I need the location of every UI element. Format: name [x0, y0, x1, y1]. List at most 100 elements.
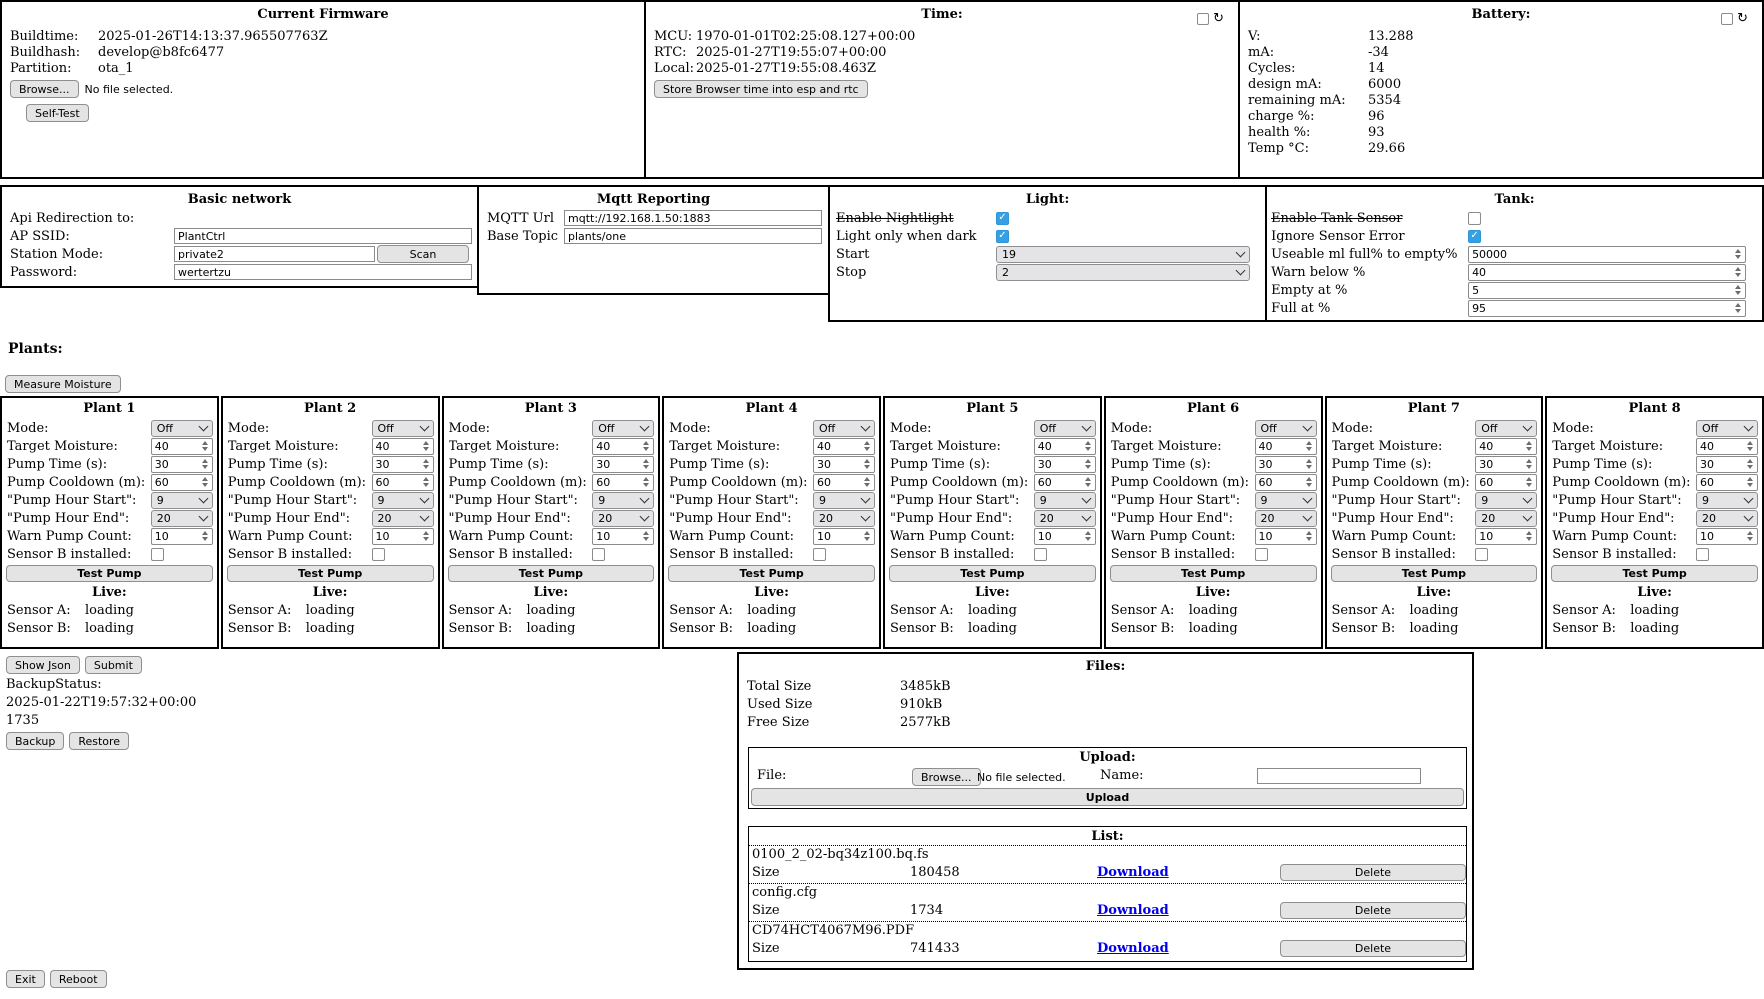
- warn-pump-count-input[interactable]: 10: [1034, 528, 1096, 545]
- spinner-icon[interactable]: [1302, 477, 1316, 487]
- mode-select[interactable]: Off: [372, 420, 434, 437]
- spinner-icon[interactable]: [1081, 477, 1095, 487]
- delete-button[interactable]: Delete: [1280, 864, 1466, 881]
- store-browser-time-button[interactable]: Store Browser time into esp and rtc: [654, 80, 868, 98]
- password-input[interactable]: [174, 264, 472, 280]
- sensor-b-installed-checkbox[interactable]: [1255, 548, 1268, 561]
- battery-auto-refresh-checkbox[interactable]: [1721, 13, 1733, 25]
- target-moisture-input[interactable]: 40: [151, 438, 213, 455]
- spinner-icon[interactable]: [1522, 531, 1536, 541]
- reboot-button[interactable]: Reboot: [50, 970, 107, 988]
- target-moisture-input[interactable]: 40: [592, 438, 654, 455]
- mode-select[interactable]: Off: [1255, 420, 1317, 437]
- exit-button[interactable]: Exit: [6, 970, 45, 988]
- submit-button[interactable]: Submit: [85, 656, 142, 674]
- download-link[interactable]: Download: [1097, 903, 1169, 918]
- full-at-input[interactable]: 95: [1468, 300, 1746, 317]
- spinner-icon[interactable]: [1081, 441, 1095, 451]
- spinner-icon[interactable]: [1731, 303, 1745, 313]
- self-test-button[interactable]: Self-Test: [26, 104, 89, 122]
- light-start-select[interactable]: 19: [996, 246, 1250, 263]
- download-link[interactable]: Download: [1097, 941, 1169, 956]
- spinner-icon[interactable]: [198, 531, 212, 541]
- light-only-dark-checkbox[interactable]: ✓: [996, 230, 1009, 243]
- ap-ssid-input[interactable]: [174, 228, 472, 244]
- sensor-b-installed-checkbox[interactable]: [813, 548, 826, 561]
- sensor-b-installed-checkbox[interactable]: [1475, 548, 1488, 561]
- target-moisture-input[interactable]: 40: [372, 438, 434, 455]
- warn-pump-count-input[interactable]: 10: [372, 528, 434, 545]
- test-pump-button[interactable]: Test Pump: [1331, 565, 1538, 582]
- pump-hour-start-select[interactable]: 9: [1034, 492, 1096, 509]
- spinner-icon[interactable]: [639, 531, 653, 541]
- spinner-icon[interactable]: [1522, 441, 1536, 451]
- pump-hour-end-select[interactable]: 20: [1696, 510, 1758, 527]
- mode-select[interactable]: Off: [1034, 420, 1096, 437]
- pump-hour-end-select[interactable]: 20: [592, 510, 654, 527]
- empty-at-input[interactable]: 5: [1468, 282, 1746, 299]
- sensor-b-installed-checkbox[interactable]: [1034, 548, 1047, 561]
- pump-time-input[interactable]: 30: [1255, 456, 1317, 473]
- station-mode-input[interactable]: [174, 246, 375, 262]
- delete-button[interactable]: Delete: [1280, 902, 1466, 919]
- mode-select[interactable]: Off: [1475, 420, 1537, 437]
- pump-time-input[interactable]: 30: [813, 456, 875, 473]
- ignore-sensor-error-checkbox[interactable]: ✓: [1468, 230, 1481, 243]
- spinner-icon[interactable]: [1731, 249, 1745, 259]
- mqtt-url-input[interactable]: [564, 210, 822, 226]
- test-pump-button[interactable]: Test Pump: [668, 565, 875, 582]
- warn-pump-count-input[interactable]: 10: [1475, 528, 1537, 545]
- test-pump-button[interactable]: Test Pump: [1551, 565, 1758, 582]
- pump-cooldown-input[interactable]: 60: [1255, 474, 1317, 491]
- spinner-icon[interactable]: [860, 459, 874, 469]
- spinner-icon[interactable]: [419, 441, 433, 451]
- spinner-icon[interactable]: [860, 441, 874, 451]
- warn-pump-count-input[interactable]: 10: [1255, 528, 1317, 545]
- spinner-icon[interactable]: [198, 441, 212, 451]
- pump-hour-end-select[interactable]: 20: [813, 510, 875, 527]
- spinner-icon[interactable]: [1081, 531, 1095, 541]
- show-json-button[interactable]: Show Json: [6, 656, 80, 674]
- pump-time-input[interactable]: 30: [372, 456, 434, 473]
- base-topic-input[interactable]: [564, 228, 822, 244]
- firmware-browse-button[interactable]: Browse...: [10, 80, 79, 98]
- pump-hour-end-select[interactable]: 20: [1475, 510, 1537, 527]
- pump-hour-start-select[interactable]: 9: [1255, 492, 1317, 509]
- useable-ml-input[interactable]: 50000: [1468, 246, 1746, 263]
- pump-time-input[interactable]: 30: [1475, 456, 1537, 473]
- spinner-icon[interactable]: [1522, 459, 1536, 469]
- enable-nightlight-checkbox[interactable]: ✓: [996, 212, 1009, 225]
- pump-hour-start-select[interactable]: 9: [813, 492, 875, 509]
- spinner-icon[interactable]: [1302, 459, 1316, 469]
- spinner-icon[interactable]: [419, 531, 433, 541]
- spinner-icon[interactable]: [1743, 477, 1757, 487]
- spinner-icon[interactable]: [860, 477, 874, 487]
- refresh-icon[interactable]: ↻: [1213, 12, 1224, 25]
- pump-cooldown-input[interactable]: 60: [1696, 474, 1758, 491]
- target-moisture-input[interactable]: 40: [1255, 438, 1317, 455]
- pump-time-input[interactable]: 30: [1696, 456, 1758, 473]
- enable-tank-sensor-checkbox[interactable]: [1468, 212, 1481, 225]
- upload-button[interactable]: Upload: [751, 788, 1464, 806]
- pump-cooldown-input[interactable]: 60: [151, 474, 213, 491]
- pump-hour-start-select[interactable]: 9: [151, 492, 213, 509]
- test-pump-button[interactable]: Test Pump: [889, 565, 1096, 582]
- test-pump-button[interactable]: Test Pump: [227, 565, 434, 582]
- target-moisture-input[interactable]: 40: [813, 438, 875, 455]
- backup-button[interactable]: Backup: [6, 732, 64, 750]
- pump-hour-start-select[interactable]: 9: [1696, 492, 1758, 509]
- pump-hour-start-select[interactable]: 9: [1475, 492, 1537, 509]
- pump-time-input[interactable]: 30: [592, 456, 654, 473]
- pump-hour-end-select[interactable]: 20: [372, 510, 434, 527]
- sensor-b-installed-checkbox[interactable]: [151, 548, 164, 561]
- download-link[interactable]: Download: [1097, 865, 1169, 880]
- sensor-b-installed-checkbox[interactable]: [592, 548, 605, 561]
- light-stop-select[interactable]: 2: [996, 264, 1250, 281]
- test-pump-button[interactable]: Test Pump: [6, 565, 213, 582]
- spinner-icon[interactable]: [198, 459, 212, 469]
- target-moisture-input[interactable]: 40: [1696, 438, 1758, 455]
- spinner-icon[interactable]: [1302, 441, 1316, 451]
- pump-cooldown-input[interactable]: 60: [592, 474, 654, 491]
- refresh-icon[interactable]: ↻: [1737, 12, 1748, 25]
- sensor-b-installed-checkbox[interactable]: [372, 548, 385, 561]
